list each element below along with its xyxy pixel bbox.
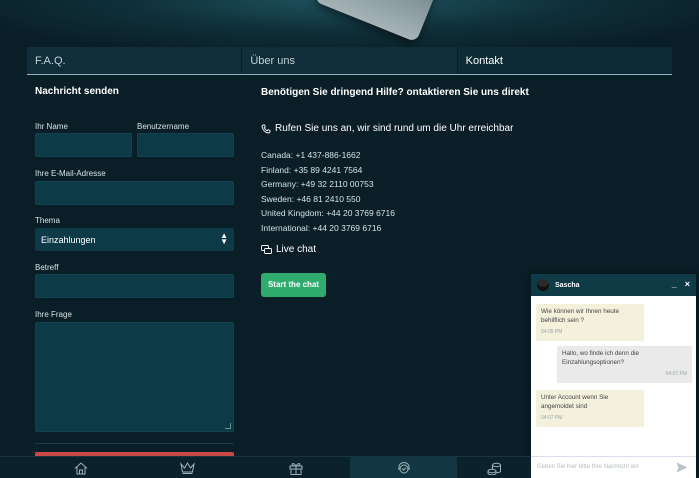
form-title: Nachricht senden [35, 86, 119, 97]
message-text: Hallo, wo finde ich denn die Einzahlungs… [562, 350, 640, 366]
live-chat-heading-row: Live chat [261, 244, 316, 255]
agent-avatar [537, 279, 549, 291]
start-chat-button[interactable]: Start the chat [261, 273, 326, 297]
name-field[interactable] [35, 133, 132, 157]
chat-message-agent: Unter Account wenn Sie angemoldet sind 0… [536, 390, 644, 427]
crown-icon [180, 462, 195, 474]
phone-number-uk: United Kingdom: +44 20 3769 6716 [261, 208, 395, 219]
resize-handle-icon[interactable] [225, 423, 231, 429]
select-arrows-icon: ▲ ▼ [220, 231, 228, 246]
home-icon [74, 461, 88, 475]
nav-promotions[interactable] [242, 457, 349, 478]
urgent-help-title: Benötigen Sie dringend Hilfe? ontaktiere… [261, 87, 529, 98]
nav-cashier[interactable] [457, 457, 531, 478]
phone-heading-row: Rufen Sie uns an, wir sind rund um die U… [261, 123, 513, 134]
topic-select[interactable]: Einzahlungen ▲ ▼ [35, 228, 234, 251]
live-chat-label: Live chat [276, 244, 317, 255]
topic-label: Thema [35, 216, 60, 225]
nav-support[interactable] [350, 457, 457, 478]
topic-value: Einzahlungen [41, 235, 96, 245]
hero-card-graphic [314, 0, 440, 43]
subject-field[interactable] [35, 274, 234, 298]
nav-home[interactable] [27, 457, 134, 478]
chat-message-input[interactable]: Geben Sie hier bitte Ihre Nachricht ein [531, 456, 696, 478]
contact-form: Nachricht senden [35, 86, 234, 97]
phone-number-sweden: Sweden: +46 81 2410 550 [261, 193, 361, 204]
bottom-nav [0, 456, 531, 478]
tab-about-us[interactable]: Über uns [241, 47, 457, 74]
name-label: Ihr Name [35, 122, 68, 131]
form-divider [35, 443, 234, 444]
chat-message-agent: Wie können wir Ihnen heute behilflich se… [536, 304, 644, 341]
message-time: 04:07 PM [665, 371, 687, 377]
tab-bar: F.A.Q. Über uns Kontakt [27, 47, 672, 75]
tab-faq[interactable]: F.A.Q. [27, 47, 242, 74]
support-icon [397, 461, 411, 475]
email-field[interactable] [35, 181, 234, 205]
chat-widget: Sascha _ × Wie können wir Ihnen heute be… [531, 274, 696, 478]
chat-bubbles-icon [261, 244, 272, 255]
phone-number-canada: Canada: +1 437-886-1662 [261, 150, 361, 160]
message-time: 04:07 PM [541, 415, 563, 421]
hero-banner [0, 0, 699, 48]
email-label: Ihre E-Mail-Adresse [35, 169, 106, 178]
tab-contact[interactable]: Kontakt [456, 47, 672, 74]
question-textarea[interactable] [35, 322, 234, 432]
chat-messages: Wie können wir Ihnen heute behilflich se… [531, 296, 696, 456]
phone-heading: Rufen Sie uns an, wir sind rund um die U… [275, 123, 514, 134]
agent-name: Sascha [555, 281, 580, 289]
subject-label: Betreff [35, 263, 59, 272]
gift-icon [289, 462, 303, 475]
phone-number-international: International: +44 20 3769 6716 [261, 222, 382, 233]
chat-message-user: Hallo, wo finde ich denn die Einzahlungs… [557, 346, 692, 383]
message-text: Unter Account wenn Sie angemoldet sind [541, 394, 609, 410]
send-icon[interactable] [676, 462, 688, 473]
close-icon[interactable]: × [685, 279, 690, 289]
phone-icon [261, 124, 271, 134]
phone-number-germany: Germany: +49 32 2110 00753 [261, 179, 374, 190]
message-text: Wie können wir Ihnen heute behilflich se… [541, 308, 620, 324]
question-label: Ihre Frage [35, 310, 72, 319]
username-label: Benutzername [137, 122, 190, 131]
coins-icon [487, 462, 502, 475]
message-time: 04:05 PM [541, 329, 563, 335]
username-field[interactable] [137, 133, 234, 157]
minimize-icon[interactable]: _ [672, 279, 677, 289]
nav-vip[interactable] [134, 457, 241, 478]
phone-number-finland: Finland: +35 89 4241 7564 [261, 164, 363, 175]
chat-header: Sascha _ × [531, 274, 696, 296]
chat-input-placeholder: Geben Sie hier bitte Ihre Nachricht ein [537, 464, 639, 470]
phone-number-list: Canada: +1 437-886-1662 Finland: +35 89 … [261, 148, 395, 236]
